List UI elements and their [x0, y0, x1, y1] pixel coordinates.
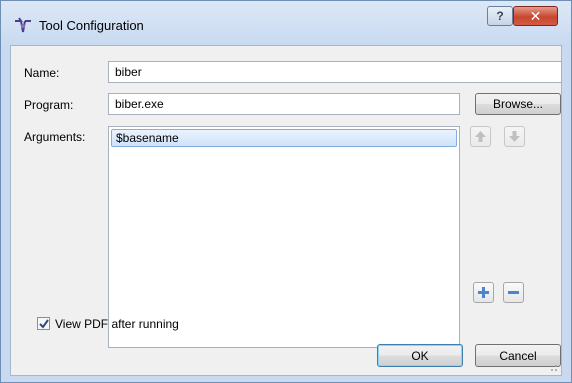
- view-pdf-checkbox[interactable]: [37, 317, 50, 330]
- arrow-down-icon: [509, 131, 520, 142]
- remove-argument-button[interactable]: [503, 282, 524, 303]
- window-title: Tool Configuration: [39, 18, 144, 33]
- minus-icon: [508, 291, 519, 294]
- plus-icon: [478, 287, 489, 298]
- name-label: Name:: [24, 66, 60, 80]
- program-field[interactable]: biber.exe: [108, 93, 460, 115]
- checkmark-icon: [38, 318, 49, 329]
- help-button[interactable]: ?: [487, 6, 513, 26]
- name-field[interactable]: biber: [108, 61, 562, 83]
- arguments-label: Arguments:: [24, 130, 86, 144]
- arrow-up-icon: [475, 131, 486, 142]
- title-bar[interactable]: Tool Configuration ? ✕: [1, 1, 571, 45]
- browse-button[interactable]: Browse...: [475, 93, 561, 115]
- arguments-list[interactable]: $basename: [108, 126, 460, 348]
- add-argument-button[interactable]: [473, 282, 494, 303]
- move-down-button[interactable]: [504, 126, 525, 147]
- close-icon: ✕: [529, 7, 542, 24]
- close-button[interactable]: ✕: [513, 6, 558, 26]
- dialog-body: Name: biber Program: biber.exe Browse...…: [10, 45, 562, 376]
- move-up-button[interactable]: [470, 126, 491, 147]
- list-item[interactable]: $basename: [111, 129, 457, 147]
- texworks-icon: [15, 17, 31, 33]
- ok-button[interactable]: OK: [377, 344, 463, 367]
- tool-configuration-dialog: Tool Configuration ? ✕ Name: biber Progr…: [0, 0, 572, 383]
- program-label: Program:: [24, 98, 74, 112]
- view-pdf-label[interactable]: View PDF after running: [55, 317, 179, 331]
- resize-grip-icon[interactable]: [548, 362, 558, 372]
